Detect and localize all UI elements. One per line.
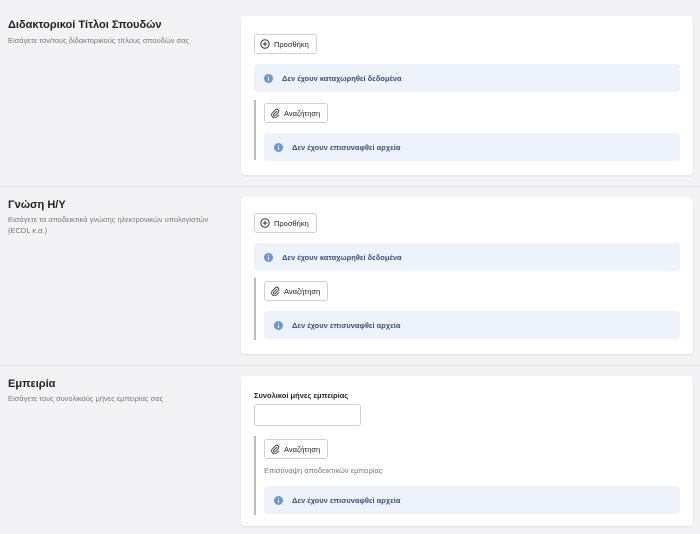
no-files-alert: Δεν έχουν επισυναφθεί αρχεία: [264, 486, 680, 514]
no-files-text: Δεν έχουν επισυναφθεί αρχεία: [292, 495, 401, 505]
plus-circle-icon: [260, 218, 270, 228]
browse-doctoral-button[interactable]: Αναζήτηση: [264, 103, 329, 123]
paperclip-icon: [270, 108, 280, 118]
attachments-divider: [254, 278, 256, 340]
no-data-alert: Δεν έχουν καταχωρηθεί δεδομένα: [254, 64, 680, 92]
no-data-alert: Δεν έχουν καταχωρηθεί δεδομένα: [254, 243, 680, 271]
no-files-text: Δεν έχουν επισυναφθεί αρχεία: [292, 142, 401, 152]
no-files-alert: Δεν έχουν επισυναφθεί αρχεία: [264, 133, 680, 161]
section-divider: [0, 186, 700, 187]
browse-button-label: Αναζήτηση: [284, 444, 321, 454]
browse-computer-skill-button[interactable]: Αναζήτηση: [264, 281, 329, 301]
attachments-divider: [254, 100, 256, 160]
info-icon: [264, 73, 273, 83]
info-icon: [274, 142, 283, 152]
section-divider: [0, 365, 700, 366]
computer-skills-card: Προσθήκη Δεν έχουν καταχωρηθεί δεδομένα …: [241, 197, 693, 354]
browse-button-label: Αναζήτηση: [284, 108, 321, 118]
no-data-text: Δεν έχουν καταχωρηθεί δεδομένα: [282, 73, 402, 83]
no-files-alert: Δεν έχουν επισυναφθεί αρχεία: [264, 311, 680, 339]
page: Διδακτορικοί Τίτλοι Σπουδών Εισάγετε τον…: [0, 0, 700, 534]
plus-circle-icon: [260, 39, 270, 49]
no-data-text: Δεν έχουν καταχωρηθεί δεδομένα: [282, 252, 402, 262]
section-title-experience: Εμπειρία: [8, 378, 56, 390]
experience-months-input[interactable]: [254, 404, 361, 426]
add-computer-skill-button[interactable]: Προσθήκη: [254, 213, 317, 233]
experience-card: Συνολικοί μήνες εμπειρίας Αναζήτηση Επισ…: [241, 376, 693, 526]
section-title-doctoral: Διδακτορικοί Τίτλοι Σπουδών: [8, 19, 162, 31]
no-files-text: Δεν έχουν επισυναφθεί αρχεία: [292, 320, 401, 330]
experience-months-label: Συνολικοί μήνες εμπειρίας: [254, 391, 349, 400]
info-icon: [274, 495, 283, 505]
add-doctoral-button[interactable]: Προσθήκη: [254, 34, 317, 54]
browse-button-label: Αναζήτηση: [284, 286, 321, 296]
info-icon: [274, 320, 283, 330]
add-button-label: Προσθήκη: [274, 218, 309, 228]
section-description-experience: Εισάγετε τους συνολικούς μήνες εμπειρίας…: [8, 394, 164, 403]
info-icon: [264, 252, 273, 262]
attachments-divider: [254, 436, 256, 515]
paperclip-icon: [270, 444, 280, 454]
browse-experience-button[interactable]: Αναζήτηση: [264, 439, 329, 459]
add-button-label: Προσθήκη: [274, 39, 309, 49]
paperclip-icon: [270, 286, 280, 296]
doctoral-card: Προσθήκη Δεν έχουν καταχωρηθεί δεδομένα …: [241, 16, 693, 175]
section-title-computer-skills: Γνώση Η/Υ: [8, 199, 66, 211]
experience-attachments-hint: Επισύναψη αποδεικτικών εμπειρίας: [264, 466, 383, 475]
section-description-computer-skills: Εισάγετε τα αποδεικτικά γνώσης ηλεκτρονι…: [8, 215, 209, 235]
section-description-doctoral: Εισάγετε τον/τους διδακτορικούς τίτλους …: [8, 36, 190, 45]
